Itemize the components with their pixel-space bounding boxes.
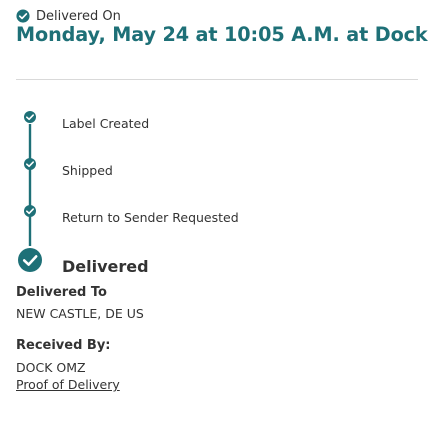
check-circle-icon xyxy=(16,9,30,23)
received-by-label: Received By: xyxy=(16,338,111,353)
received-by-value: DOCK OMZ xyxy=(16,360,86,375)
timeline-event-delivered: Delivered xyxy=(62,257,149,276)
timeline-event-label-created: Label Created xyxy=(62,116,150,131)
timeline-marker-3-icon xyxy=(24,205,36,217)
timeline-graphic xyxy=(18,111,42,272)
timeline-final-check-icon xyxy=(18,248,42,272)
timeline-marker-2-icon xyxy=(24,158,36,170)
proof-of-delivery-link[interactable]: Proof of Delivery xyxy=(16,377,120,392)
tracking-timeline: Label Created Shipped Return to Sender R… xyxy=(16,108,416,278)
status-label: Delivered On xyxy=(36,8,121,24)
divider xyxy=(16,79,418,80)
delivered-to-value: NEW CASTLE, DE US xyxy=(16,306,144,321)
timeline-marker-1-icon xyxy=(24,111,36,123)
timeline-event-return-requested: Return to Sender Requested xyxy=(62,210,239,225)
timeline-event-shipped: Shipped xyxy=(62,163,113,178)
delivered-to-label: Delivered To xyxy=(16,285,107,300)
delivery-headline: Monday, May 24 at 10:05 A.M. at Dock xyxy=(16,23,428,46)
